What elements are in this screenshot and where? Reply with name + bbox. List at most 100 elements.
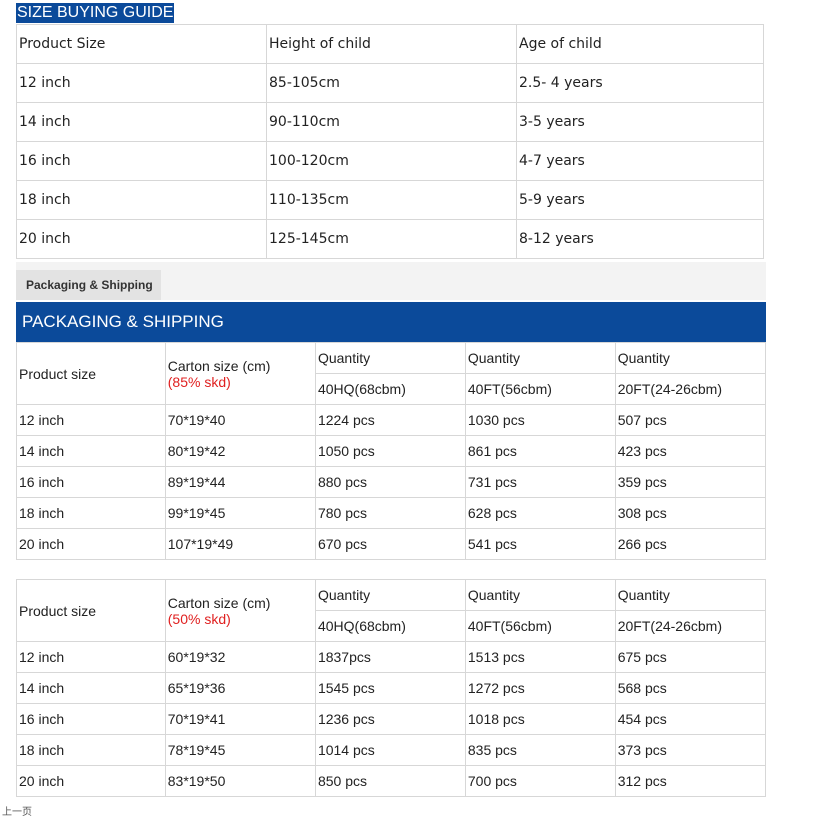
- table-cell: 78*19*45: [164, 734, 316, 766]
- table-cell: 70*19*40: [164, 404, 316, 436]
- table-row: 16 inch 89*19*44 880 pcs 731 pcs 359 pcs: [16, 466, 767, 498]
- table-cell: 20 inch: [16, 765, 166, 797]
- header-quantity: Quantity: [614, 579, 767, 611]
- table-cell: 65*19*36: [164, 672, 316, 704]
- table-cell: 266 pcs: [614, 528, 767, 560]
- header-container: 20FT(24-26cbm): [614, 610, 767, 642]
- table-cell: 107*19*49: [164, 528, 316, 560]
- table-cell: 100-120cm: [266, 141, 517, 181]
- tab-packaging-shipping[interactable]: Packaging & Shipping: [16, 270, 161, 300]
- table-row: 20 inch 107*19*49 670 pcs 541 pcs 266 pc…: [16, 528, 767, 560]
- table-cell: 20 inch: [16, 528, 166, 560]
- size-guide-table: Product Size Height of child Age of chil…: [16, 24, 764, 259]
- table-cell: 125-145cm: [266, 219, 517, 259]
- table-cell: 70*19*41: [164, 703, 316, 735]
- table-header-row: Product Size Height of child Age of chil…: [16, 24, 764, 64]
- header-height: Height of child: [266, 24, 517, 64]
- table-cell: 1018 pcs: [464, 703, 616, 735]
- table-cell: 780 pcs: [314, 497, 466, 529]
- table-cell: 14 inch: [16, 435, 166, 467]
- header-quantity: Quantity: [614, 342, 767, 374]
- header-quantity: Quantity: [464, 342, 616, 374]
- table-row: 20 inch 125-145cm 8-12 years: [16, 219, 764, 259]
- table-cell: 628 pcs: [464, 497, 616, 529]
- table-cell: 12 inch: [16, 641, 166, 673]
- table-row: 12 inch 85-105cm 2.5- 4 years: [16, 63, 764, 103]
- table-cell: 507 pcs: [614, 404, 767, 436]
- table-cell: 670 pcs: [314, 528, 466, 560]
- table-cell: 1030 pcs: [464, 404, 616, 436]
- table-row: 16 inch 100-120cm 4-7 years: [16, 141, 764, 181]
- header-container: 40HQ(68cbm): [314, 373, 466, 405]
- table-cell: 85-105cm: [266, 63, 517, 103]
- header-quantity: Quantity: [314, 342, 466, 374]
- header-carton-size: Carton size (cm) (85% skd): [164, 342, 316, 405]
- header-container: 20FT(24-26cbm): [614, 373, 767, 405]
- table-cell: 90-110cm: [266, 102, 517, 142]
- table-row: 12 inch 70*19*40 1224 pcs 1030 pcs 507 p…: [16, 404, 767, 436]
- table-cell: 1224 pcs: [314, 404, 466, 436]
- table-cell: 16 inch: [16, 703, 166, 735]
- header-age: Age of child: [516, 24, 764, 64]
- header-quantity: Quantity: [314, 579, 466, 611]
- table-cell: 83*19*50: [164, 765, 316, 797]
- table-cell: 568 pcs: [614, 672, 767, 704]
- carton-skd-note: (50% skd): [167, 610, 231, 627]
- table-cell: 4-7 years: [516, 141, 764, 181]
- carton-skd-note: (85% skd): [167, 373, 231, 390]
- table-cell: 675 pcs: [614, 641, 767, 673]
- table-cell: 700 pcs: [464, 765, 616, 797]
- table-cell: 1513 pcs: [464, 641, 616, 673]
- table-row: 20 inch 83*19*50 850 pcs 700 pcs 312 pcs: [16, 765, 767, 797]
- table-cell: 18 inch: [16, 180, 267, 220]
- table-cell: 423 pcs: [614, 435, 767, 467]
- shipping-section-header: PACKAGING & SHIPPING: [16, 302, 766, 342]
- table-cell: 80*19*42: [164, 435, 316, 467]
- table-cell: 3-5 years: [516, 102, 764, 142]
- header-container: 40FT(56cbm): [464, 610, 616, 642]
- table-row: 14 inch 90-110cm 3-5 years: [16, 102, 764, 142]
- table-cell: 89*19*44: [164, 466, 316, 498]
- table-cell: 1837pcs: [314, 641, 466, 673]
- packing-table-85: Product size Carton size (cm) (85% skd) …: [16, 342, 767, 560]
- table-cell: 1236 pcs: [314, 703, 466, 735]
- table-row: 18 inch 78*19*45 1014 pcs 835 pcs 373 pc…: [16, 734, 767, 766]
- table-cell: 16 inch: [16, 141, 267, 181]
- header-product-size: Product size: [16, 342, 166, 405]
- table-cell: 359 pcs: [614, 466, 767, 498]
- table-header-row: Product size Carton size (cm) (85% skd) …: [16, 342, 767, 405]
- header-quantity: Quantity: [464, 579, 616, 611]
- header-container: 40HQ(68cbm): [314, 610, 466, 642]
- packing-table-50: Product size Carton size (cm) (50% skd) …: [16, 579, 767, 797]
- table-cell: 60*19*32: [164, 641, 316, 673]
- table-cell: 308 pcs: [614, 497, 767, 529]
- table-cell: 20 inch: [16, 219, 267, 259]
- header-product-size: Product size: [16, 579, 166, 642]
- table-cell: 12 inch: [16, 404, 166, 436]
- table-cell: 1050 pcs: [314, 435, 466, 467]
- table-cell: 835 pcs: [464, 734, 616, 766]
- table-header-row: Product size Carton size (cm) (50% skd) …: [16, 579, 767, 642]
- table-cell: 5-9 years: [516, 180, 764, 220]
- table-row: 18 inch 99*19*45 780 pcs 628 pcs 308 pcs: [16, 497, 767, 529]
- table-cell: 99*19*45: [164, 497, 316, 529]
- table-cell: 541 pcs: [464, 528, 616, 560]
- table-cell: 880 pcs: [314, 466, 466, 498]
- size-guide-title: SIZE BUYING GUIDE: [16, 3, 175, 23]
- table-cell: 110-135cm: [266, 180, 517, 220]
- table-cell: 18 inch: [16, 497, 166, 529]
- table-cell: 16 inch: [16, 466, 166, 498]
- table-cell: 373 pcs: [614, 734, 767, 766]
- table-cell: 1545 pcs: [314, 672, 466, 704]
- table-cell: 12 inch: [16, 63, 267, 103]
- header-product-size: Product Size: [16, 24, 267, 64]
- table-cell: 1272 pcs: [464, 672, 616, 704]
- table-cell: 850 pcs: [314, 765, 466, 797]
- carton-size-label: Carton size (cm): [167, 357, 271, 374]
- table-cell: 861 pcs: [464, 435, 616, 467]
- table-row: 18 inch 110-135cm 5-9 years: [16, 180, 764, 220]
- header-carton-size: Carton size (cm) (50% skd): [164, 579, 316, 642]
- table-row: 16 inch 70*19*41 1236 pcs 1018 pcs 454 p…: [16, 703, 767, 735]
- table-cell: 14 inch: [16, 672, 166, 704]
- table-row: 14 inch 65*19*36 1545 pcs 1272 pcs 568 p…: [16, 672, 767, 704]
